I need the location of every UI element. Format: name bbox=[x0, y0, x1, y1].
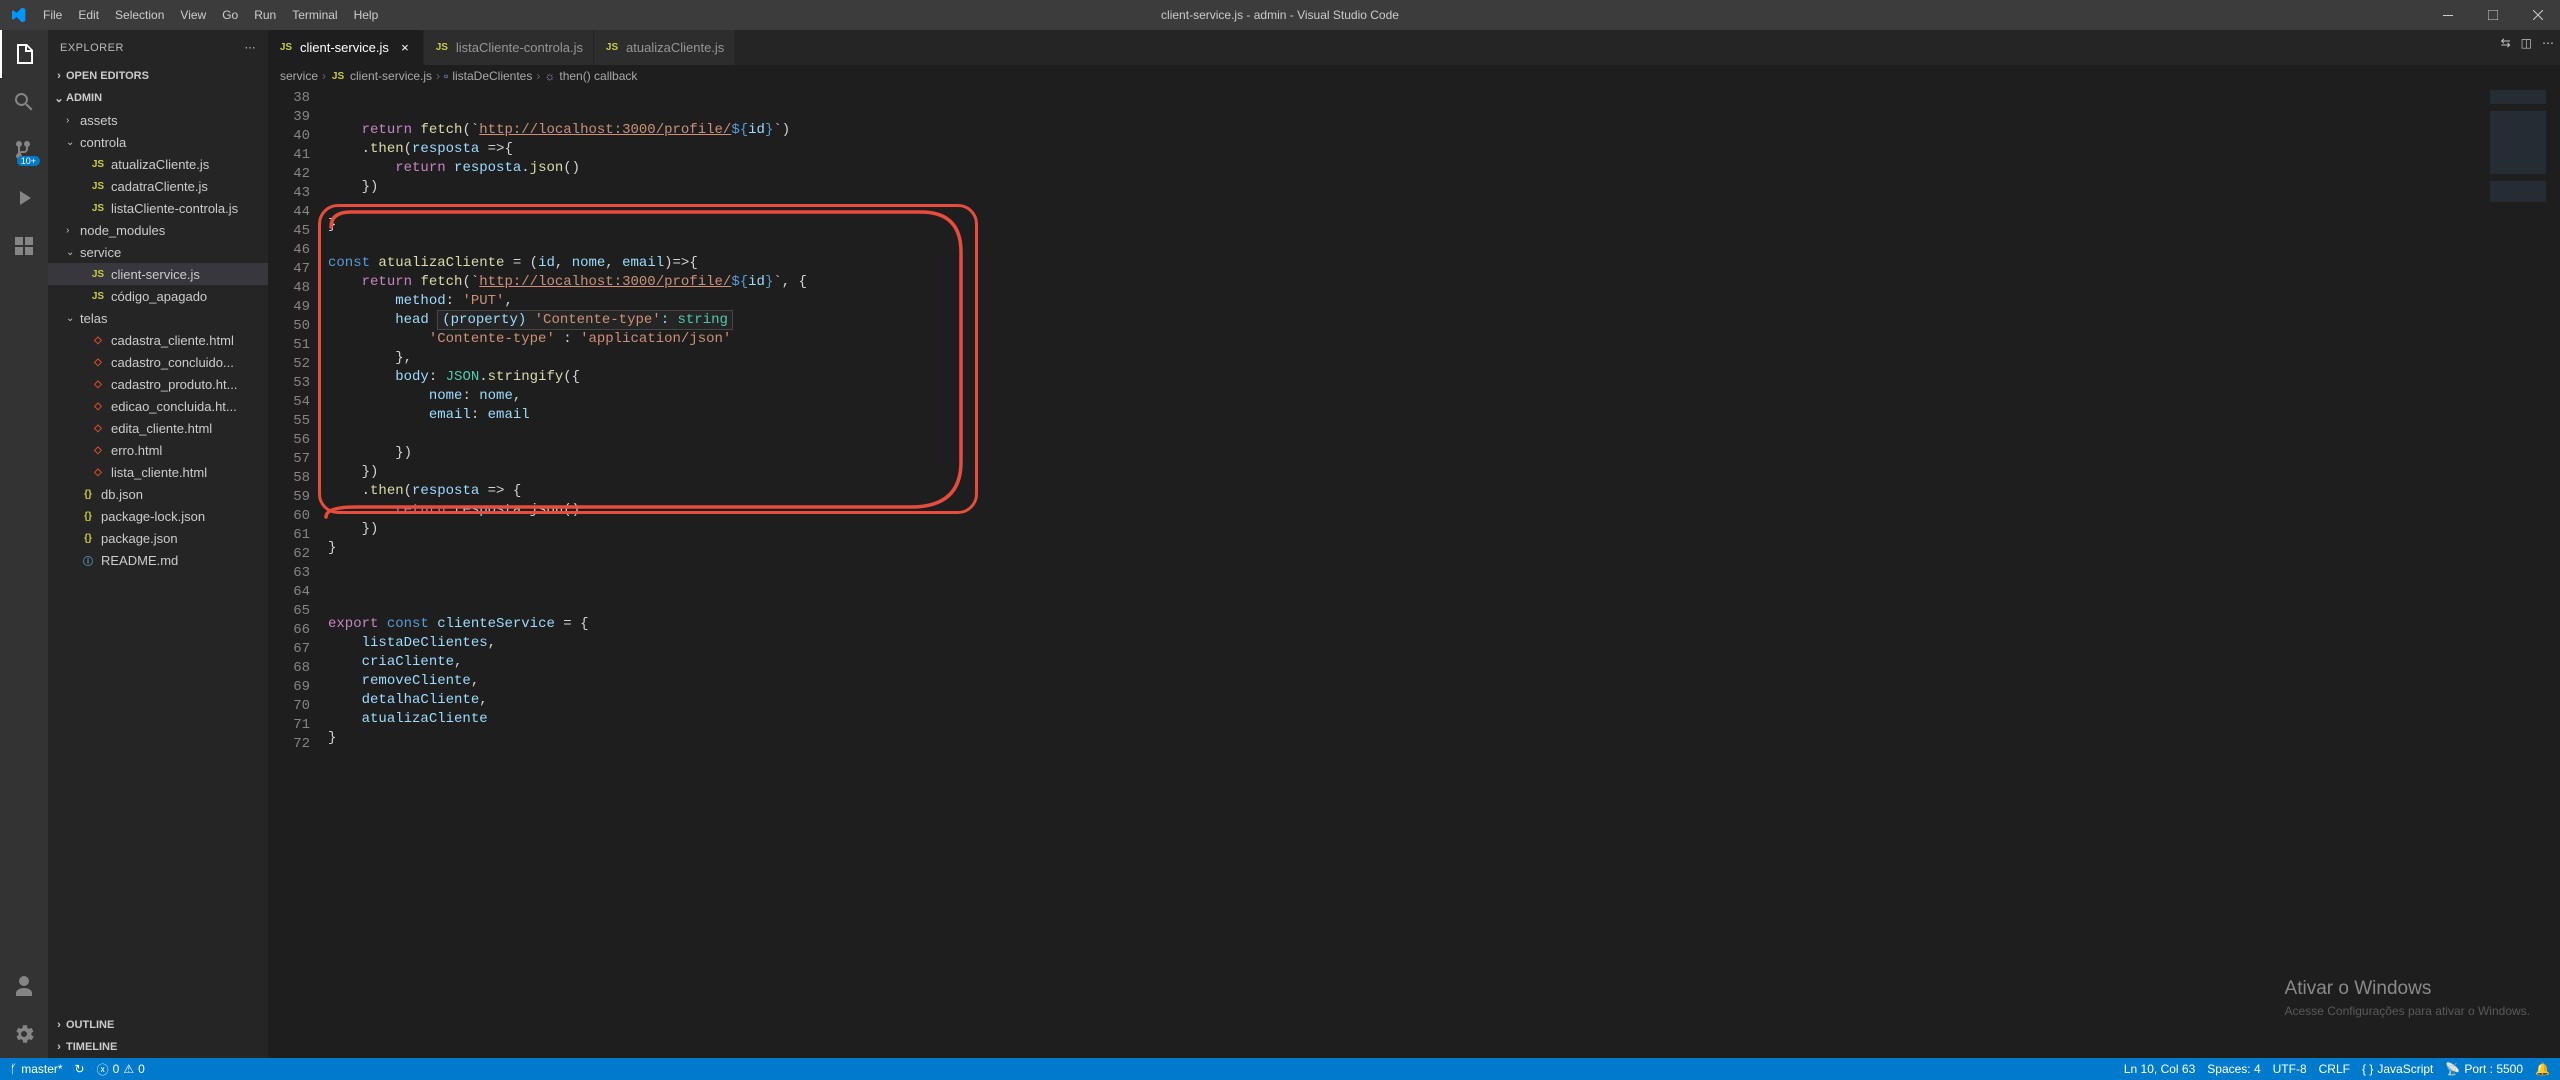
file-cadastro-produto-ht---[interactable]: ◇cadastro_produto.ht... bbox=[48, 373, 268, 395]
status-liveserver[interactable]: 📡 Port : 5500 bbox=[2445, 1062, 2523, 1076]
section-label: ADMIN bbox=[66, 92, 102, 104]
sidebar-title: EXPLORER ⋯ bbox=[48, 30, 268, 65]
section-label: OUTLINE bbox=[66, 1019, 114, 1031]
lang-label: JavaScript bbox=[2377, 1062, 2433, 1076]
activity-search[interactable] bbox=[0, 78, 48, 126]
window-controls bbox=[2425, 0, 2560, 30]
tab-listacliente-controla-js[interactable]: JSlistaCliente-controla.js bbox=[424, 30, 594, 65]
breadcrumb-item[interactable]: ☼ then() callback bbox=[544, 69, 637, 83]
statusbar: ᚶ master* ↻ ⓧ 0 ⚠ 0 Ln 10, Col 63 Spaces… bbox=[0, 1058, 2560, 1080]
watermark-title: Ativar o Windows bbox=[2285, 978, 2530, 1000]
status-sync[interactable]: ↻ bbox=[75, 1062, 85, 1076]
tab-client-service-js[interactable]: JSclient-service.js× bbox=[268, 30, 424, 65]
breadcrumb-item[interactable]: service bbox=[280, 69, 318, 83]
activity-scm[interactable]: 10+ bbox=[0, 126, 48, 174]
file-cadastra-cliente-html[interactable]: ◇cadastra_cliente.html bbox=[48, 329, 268, 351]
tab-close-icon[interactable]: × bbox=[397, 40, 413, 56]
compare-changes-icon[interactable]: ⇆ bbox=[2501, 36, 2511, 50]
sidebar-more-icon[interactable]: ⋯ bbox=[245, 41, 257, 54]
minimap[interactable] bbox=[2490, 90, 2546, 230]
menu-run[interactable]: Run bbox=[246, 0, 284, 30]
section-label: TIMELINE bbox=[66, 1041, 117, 1053]
menubar: FileEditSelectionViewGoRunTerminalHelp bbox=[35, 0, 386, 30]
branch-label: master* bbox=[21, 1062, 62, 1076]
folder-telas[interactable]: ⌄telas bbox=[48, 307, 268, 329]
file-atualizacliente-js[interactable]: JSatualizaCliente.js bbox=[48, 153, 268, 175]
file-edita-cliente-html[interactable]: ◇edita_cliente.html bbox=[48, 417, 268, 439]
menu-terminal[interactable]: Terminal bbox=[284, 0, 345, 30]
folder-service[interactable]: ⌄service bbox=[48, 241, 268, 263]
breadcrumb-item[interactable]: JS client-service.js bbox=[330, 68, 432, 84]
status-language[interactable]: { } JavaScript bbox=[2362, 1062, 2433, 1076]
status-notifications[interactable]: 🔔 bbox=[2535, 1062, 2550, 1076]
menu-edit[interactable]: Edit bbox=[70, 0, 107, 30]
activity-explorer[interactable] bbox=[0, 30, 48, 78]
menu-help[interactable]: Help bbox=[346, 0, 387, 30]
file-client-service-js[interactable]: JSclient-service.js bbox=[48, 263, 268, 285]
editor-group: JSclient-service.js×JSlistaCliente-contr… bbox=[268, 30, 2560, 1058]
section-open-editors[interactable]: ›OPEN EDITORS bbox=[48, 65, 268, 87]
menu-go[interactable]: Go bbox=[214, 0, 246, 30]
section-timeline[interactable]: ›TIMELINE bbox=[48, 1036, 268, 1058]
windows-activate-watermark: Ativar o Windows Acesse Configurações pa… bbox=[2285, 978, 2530, 1018]
file-db-json[interactable]: {}db.json bbox=[48, 483, 268, 505]
file-lista-cliente-html[interactable]: ◇lista_cliente.html bbox=[48, 461, 268, 483]
code-editor[interactable]: 3839404142434445464748495051525354555657… bbox=[268, 87, 2560, 1058]
section-label: OPEN EDITORS bbox=[66, 70, 149, 82]
activity-extensions[interactable] bbox=[0, 222, 48, 270]
watermark-subtitle: Acesse Configurações para ativar o Windo… bbox=[2285, 1004, 2530, 1018]
file-cadatracliente-js[interactable]: JScadatraCliente.js bbox=[48, 175, 268, 197]
activitybar: 10+ bbox=[0, 30, 48, 1058]
status-problems[interactable]: ⓧ 0 ⚠ 0 bbox=[97, 1061, 145, 1078]
menu-selection[interactable]: Selection bbox=[107, 0, 172, 30]
minimize-button[interactable] bbox=[2425, 0, 2470, 30]
file-cadastro-concluido---[interactable]: ◇cadastro_concluido... bbox=[48, 351, 268, 373]
menu-view[interactable]: View bbox=[172, 0, 214, 30]
editor-tabs: JSclient-service.js×JSlistaCliente-contr… bbox=[268, 30, 2560, 65]
folder-node-modules[interactable]: ›node_modules bbox=[48, 219, 268, 241]
scm-badge: 10+ bbox=[17, 156, 40, 166]
file-package-json[interactable]: {}package.json bbox=[48, 527, 268, 549]
file-c-digo-apagado[interactable]: JScódigo_apagado bbox=[48, 285, 268, 307]
vscode-logo-icon bbox=[0, 7, 35, 23]
file-tree: ›assets⌄controlaJSatualizaCliente.jsJSca… bbox=[48, 109, 268, 1014]
activity-settings[interactable] bbox=[0, 1010, 48, 1058]
port-label: Port : 5500 bbox=[2464, 1062, 2523, 1076]
menu-file[interactable]: File bbox=[35, 0, 70, 30]
status-cursor[interactable]: Ln 10, Col 63 bbox=[2124, 1062, 2195, 1076]
file-edicao-concluida-ht---[interactable]: ◇edicao_concluida.ht... bbox=[48, 395, 268, 417]
file-package-lock-json[interactable]: {}package-lock.json bbox=[48, 505, 268, 527]
section-outline[interactable]: ›OUTLINE bbox=[48, 1014, 268, 1036]
folder-assets[interactable]: ›assets bbox=[48, 109, 268, 131]
folder-controla[interactable]: ⌄controla bbox=[48, 131, 268, 153]
breadcrumbs[interactable]: service›JS client-service.js›▫ listaDeCl… bbox=[268, 65, 2560, 87]
editor-actions: ⇆ ◫ ⋯ bbox=[2501, 36, 2554, 50]
split-editor-icon[interactable]: ◫ bbox=[2521, 36, 2532, 50]
status-indent[interactable]: Spaces: 4 bbox=[2207, 1062, 2260, 1076]
file-listacliente-controla-js[interactable]: JSlistaCliente-controla.js bbox=[48, 197, 268, 219]
maximize-button[interactable] bbox=[2470, 0, 2515, 30]
status-eol[interactable]: CRLF bbox=[2319, 1062, 2350, 1076]
sidebar: EXPLORER ⋯ ›OPEN EDITORS ⌄ADMIN ›assets⌄… bbox=[48, 30, 268, 1058]
breadcrumb-item[interactable]: ▫ listaDeClientes bbox=[444, 69, 532, 83]
window-title: client-service.js - admin - Visual Studi… bbox=[1161, 8, 1399, 22]
file-readme-md[interactable]: ⓘREADME.md bbox=[48, 549, 268, 571]
status-branch[interactable]: ᚶ master* bbox=[10, 1062, 63, 1076]
activity-debug[interactable] bbox=[0, 174, 48, 222]
titlebar: FileEditSelectionViewGoRunTerminalHelp c… bbox=[0, 0, 2560, 30]
activity-account[interactable] bbox=[0, 962, 48, 1010]
sidebar-title-label: EXPLORER bbox=[60, 42, 124, 54]
errors-count: 0 bbox=[113, 1062, 120, 1076]
tab-atualizacliente-js[interactable]: JSatualizaCliente.js bbox=[594, 30, 735, 65]
close-button[interactable] bbox=[2515, 0, 2560, 30]
file-erro-html[interactable]: ◇erro.html bbox=[48, 439, 268, 461]
section-root[interactable]: ⌄ADMIN bbox=[48, 87, 268, 109]
line-gutter: 3839404142434445464748495051525354555657… bbox=[268, 87, 328, 1058]
warnings-count: 0 bbox=[138, 1062, 145, 1076]
code-content[interactable]: return fetch(`http://localhost:3000/prof… bbox=[328, 87, 2560, 1058]
status-encoding[interactable]: UTF-8 bbox=[2273, 1062, 2307, 1076]
more-actions-icon[interactable]: ⋯ bbox=[2542, 36, 2554, 50]
